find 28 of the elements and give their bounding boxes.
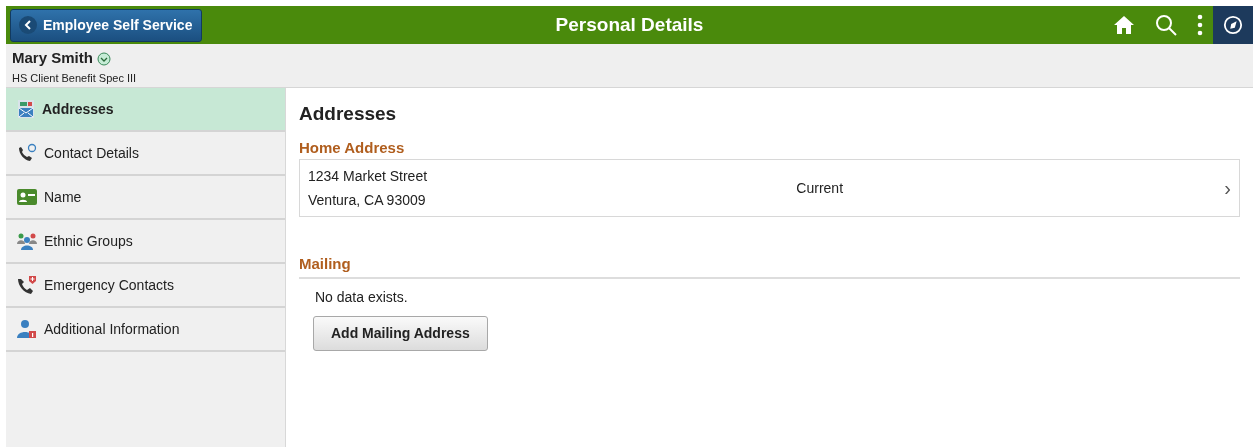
job-title: HS Client Benefit Spec III [12,70,138,86]
person-icon [16,319,38,339]
back-button[interactable]: Employee Self Service [10,8,202,42]
phone-icon [16,275,38,295]
id-card-icon [16,188,38,206]
empty-message: No data exists. [315,287,409,307]
page-title: Personal Details [555,12,704,37]
address-line: 1234 Market Street [308,167,428,186]
address-status: Current [796,178,844,198]
section-heading: Addresses [299,102,398,126]
dropdown-icon[interactable] [96,52,111,67]
envelope-icon [16,99,36,119]
phone-icon [16,143,38,163]
address-line: Ventura, CA 93009 [308,191,427,210]
people-icon [16,231,38,251]
home-icon [1113,15,1135,35]
back-icon [24,20,32,30]
navigator-button[interactable] [1213,6,1253,44]
chevron-icon: › [1224,173,1231,203]
subsection-heading: Mailing [299,253,1240,279]
address-row[interactable]: 1234 Market Street Ventura, CA 93009 Current › [299,159,1240,217]
compass-icon [1223,14,1243,36]
more-icon [1197,14,1203,36]
person-name: Mary Smith [12,48,93,68]
sidebar-item[interactable]: Addresses [6,88,285,132]
search-icon [1155,14,1177,36]
subsection-heading: Home Address [299,137,406,158]
add-address-button[interactable]: Add Mailing Address [313,315,488,351]
